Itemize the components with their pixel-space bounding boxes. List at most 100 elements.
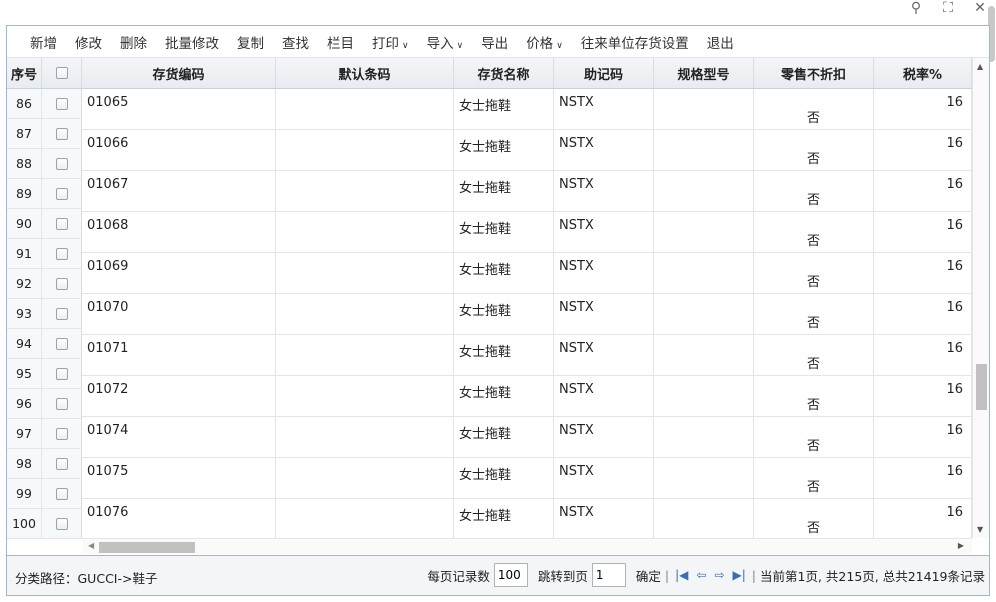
toolbar-button-8[interactable]: 导入 ∨ xyxy=(418,32,473,52)
cell-code[interactable]: 01066 xyxy=(82,130,276,170)
cell-barcode[interactable] xyxy=(276,458,454,498)
scroll-right-icon[interactable]: ▶ xyxy=(958,541,964,550)
row-checkbox[interactable] xyxy=(55,187,68,200)
row-checkbox[interactable] xyxy=(55,517,68,530)
cell-code[interactable]: 01069 xyxy=(82,253,276,293)
row-checkbox[interactable] xyxy=(55,217,68,230)
toolbar-button-10[interactable]: 价格 ∨ xyxy=(517,32,572,52)
toolbar-button-3[interactable]: 批量修改 xyxy=(156,32,228,52)
cell-barcode[interactable] xyxy=(276,89,454,129)
cell-code[interactable]: 01067 xyxy=(82,171,276,211)
cell-tax[interactable]: 16 xyxy=(874,335,972,375)
search-icon[interactable]: ⚲ xyxy=(904,0,928,18)
cell-spec[interactable] xyxy=(654,212,754,252)
header-tax[interactable]: 税率% xyxy=(874,58,972,88)
row-checkbox[interactable] xyxy=(55,247,68,260)
toolbar-button-4[interactable]: 复制 xyxy=(228,32,273,52)
cell-barcode[interactable] xyxy=(276,294,454,334)
cell-tax[interactable]: 16 xyxy=(874,376,972,416)
cell-tax[interactable]: 16 xyxy=(874,212,972,252)
toolbar-button-5[interactable]: 查找 xyxy=(273,32,318,52)
cell-retail[interactable]: 否 xyxy=(754,253,874,293)
cell-name[interactable]: 女士拖鞋 xyxy=(454,499,554,539)
cell-mnemonic[interactable]: NSTX xyxy=(554,212,654,252)
cell-tax[interactable]: 16 xyxy=(874,417,972,457)
table-row[interactable]: 01070 女士拖鞋 NSTX 否 16 xyxy=(82,294,972,335)
cell-code[interactable]: 01065 xyxy=(82,89,276,129)
row-checkbox[interactable] xyxy=(55,97,68,110)
cell-retail[interactable]: 否 xyxy=(754,376,874,416)
table-row[interactable]: 01065 女士拖鞋 NSTX 否 16 xyxy=(82,89,972,130)
cell-barcode[interactable] xyxy=(276,253,454,293)
cell-retail[interactable]: 否 xyxy=(754,130,874,170)
cell-name[interactable]: 女士拖鞋 xyxy=(454,294,554,334)
maximize-icon[interactable]: ⛶ xyxy=(936,0,960,18)
cell-mnemonic[interactable]: NSTX xyxy=(554,335,654,375)
scroll-down-icon[interactable]: ▼ xyxy=(977,525,983,534)
last-page-icon[interactable]: ▶| xyxy=(731,568,748,582)
cell-tax[interactable]: 16 xyxy=(874,253,972,293)
header-seq[interactable]: 序号 xyxy=(7,58,42,88)
table-row[interactable]: 01066 女士拖鞋 NSTX 否 16 xyxy=(82,130,972,171)
cell-barcode[interactable] xyxy=(276,171,454,211)
header-barcode[interactable]: 默认条码 xyxy=(276,58,454,88)
cell-retail[interactable]: 否 xyxy=(754,335,874,375)
cell-spec[interactable] xyxy=(654,89,754,129)
vertical-scrollbar[interactable]: ▲ ▼ xyxy=(972,58,989,538)
toolbar-button-12[interactable]: 退出 xyxy=(698,32,743,52)
toolbar-button-0[interactable]: 新增 xyxy=(21,32,66,52)
toolbar-button-1[interactable]: 修改 xyxy=(66,32,111,52)
cell-barcode[interactable] xyxy=(276,499,454,539)
cell-mnemonic[interactable]: NSTX xyxy=(554,499,654,539)
cell-name[interactable]: 女士拖鞋 xyxy=(454,171,554,211)
cell-mnemonic[interactable]: NSTX xyxy=(554,253,654,293)
table-row[interactable]: 01072 女士拖鞋 NSTX 否 16 xyxy=(82,376,972,417)
cell-code[interactable]: 01074 xyxy=(82,417,276,457)
cell-code[interactable]: 01076 xyxy=(82,499,276,539)
cell-name[interactable]: 女士拖鞋 xyxy=(454,130,554,170)
cell-barcode[interactable] xyxy=(276,212,454,252)
cell-retail[interactable]: 否 xyxy=(754,89,874,129)
cell-code[interactable]: 01075 xyxy=(82,458,276,498)
cell-name[interactable]: 女士拖鞋 xyxy=(454,376,554,416)
cell-retail[interactable]: 否 xyxy=(754,458,874,498)
header-code[interactable]: 存货编码 xyxy=(82,58,276,88)
cell-name[interactable]: 女士拖鞋 xyxy=(454,253,554,293)
row-checkbox[interactable] xyxy=(55,367,68,380)
table-row[interactable]: 01076 女士拖鞋 NSTX 否 16 xyxy=(82,499,972,540)
cell-mnemonic[interactable]: NSTX xyxy=(554,458,654,498)
cell-name[interactable]: 女士拖鞋 xyxy=(454,458,554,498)
row-checkbox[interactable] xyxy=(55,337,68,350)
cell-spec[interactable] xyxy=(654,417,754,457)
horizontal-scroll-thumb[interactable] xyxy=(99,542,195,553)
cell-mnemonic[interactable]: NSTX xyxy=(554,294,654,334)
cell-tax[interactable]: 16 xyxy=(874,458,972,498)
row-checkbox[interactable] xyxy=(55,457,68,470)
cell-retail[interactable]: 否 xyxy=(754,212,874,252)
cell-tax[interactable]: 16 xyxy=(874,171,972,211)
row-checkbox[interactable] xyxy=(55,427,68,440)
horizontal-scrollbar[interactable]: ◀ ▶ xyxy=(82,538,972,554)
table-row[interactable]: 01075 女士拖鞋 NSTX 否 16 xyxy=(82,458,972,499)
cell-code[interactable]: 01072 xyxy=(82,376,276,416)
table-row[interactable]: 01068 女士拖鞋 NSTX 否 16 xyxy=(82,212,972,253)
cell-spec[interactable] xyxy=(654,130,754,170)
toolbar-button-6[interactable]: 栏目 xyxy=(318,32,363,52)
row-checkbox[interactable] xyxy=(55,277,68,290)
cell-mnemonic[interactable]: NSTX xyxy=(554,171,654,211)
row-checkbox[interactable] xyxy=(55,487,68,500)
vertical-scroll-thumb[interactable] xyxy=(976,364,987,410)
toolbar-button-9[interactable]: 导出 xyxy=(472,32,517,52)
cell-tax[interactable]: 16 xyxy=(874,130,972,170)
toolbar-button-7[interactable]: 打印 ∨ xyxy=(363,32,418,52)
header-select-all[interactable] xyxy=(42,58,82,88)
cell-name[interactable]: 女士拖鞋 xyxy=(454,417,554,457)
cell-spec[interactable] xyxy=(654,335,754,375)
prev-page-icon[interactable]: ⇦ xyxy=(694,568,708,582)
cell-spec[interactable] xyxy=(654,458,754,498)
cell-spec[interactable] xyxy=(654,253,754,293)
per-page-input[interactable] xyxy=(493,563,528,587)
cell-code[interactable]: 01068 xyxy=(82,212,276,252)
row-checkbox[interactable] xyxy=(55,397,68,410)
table-row[interactable]: 01069 女士拖鞋 NSTX 否 16 xyxy=(82,253,972,294)
